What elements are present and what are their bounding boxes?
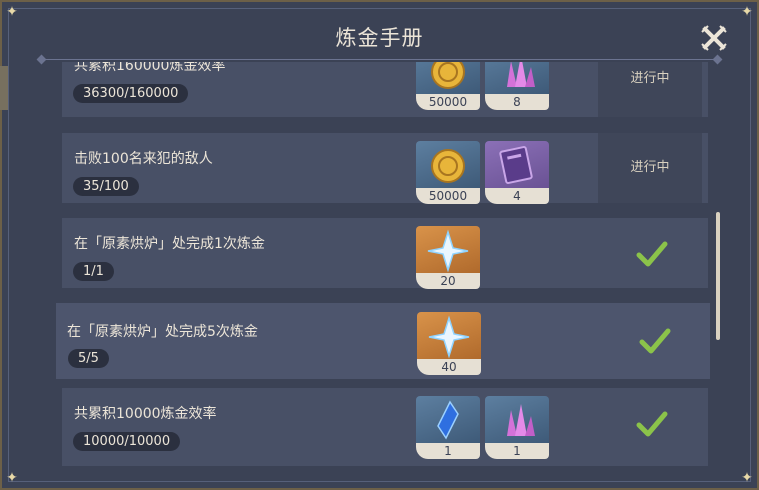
list-item[interactable]: 在「原素烘炉」处完成1次炼金 1/1 20 [62,218,708,289]
task-objective: 共累积160000炼金效率 [74,62,226,74]
corner-star-icon: ✦ [741,4,753,20]
hero-wit-book-icon [485,141,549,188]
corner-star-icon: ✦ [6,470,18,486]
task-objective: 击败100名来犯的敌人 [74,151,213,167]
crystal-chunk-icon [485,62,549,94]
reward-crystal[interactable]: 8 [485,62,549,110]
list-item[interactable]: 共累积160000炼金效率 36300/160000 50000 8 进行中 [62,62,708,117]
task-progress: 10000/10000 [73,432,181,451]
page-title: 炼金手册 [335,26,424,50]
reward-count: 50000 [416,188,480,204]
reward-count: 50000 [416,94,480,110]
task-progress: 35/100 [73,177,139,196]
mora-coin-icon [416,62,480,94]
task-objective: 共累积10000炼金效率 [74,406,217,422]
side-tab-handle[interactable] [0,66,8,110]
completed-check-icon [636,241,668,267]
reward-mora[interactable]: 50000 [416,62,480,110]
mora-coin-icon [416,141,480,188]
task-list[interactable]: 共累积160000炼金效率 36300/160000 50000 8 进行中 击… [56,62,716,466]
blue-crystal-icon [416,396,480,443]
task-progress: 5/5 [68,349,109,368]
corner-star-icon: ✦ [741,470,753,486]
crystal-chunk-icon [485,396,549,443]
status-in-progress: 进行中 [598,62,702,117]
title-divider [36,54,723,65]
list-item[interactable]: 共累积10000炼金效率 10000/10000 1 1 [62,388,708,466]
primogem-icon [417,312,481,359]
completed-check-icon [639,328,671,354]
task-objective: 在「原素烘炉」处完成1次炼金 [74,236,265,252]
reward-count: 40 [417,359,481,375]
reward-book[interactable]: 4 [485,141,549,204]
scrollbar-thumb[interactable] [716,212,720,340]
completed-check-icon [636,411,668,437]
task-progress: 1/1 [73,262,114,281]
close-icon [702,26,726,50]
reward-count: 20 [416,273,480,289]
corner-star-icon: ✦ [6,4,18,20]
reward-blue-crystal[interactable]: 1 [416,396,480,459]
reward-primogem[interactable]: 40 [417,312,481,375]
reward-count: 1 [416,443,480,459]
reward-crystal[interactable]: 1 [485,396,549,459]
primogem-icon [416,226,480,273]
reward-count: 1 [485,443,549,459]
reward-count: 4 [485,188,549,204]
list-item[interactable]: 击败100名来犯的敌人 35/100 50000 4 进行中 [62,133,708,204]
reward-primogem[interactable]: 20 [416,226,480,289]
reward-mora[interactable]: 50000 [416,141,480,204]
list-item[interactable]: 在「原素烘炉」处完成5次炼金 5/5 40 [56,303,710,379]
close-button[interactable] [700,24,728,52]
task-objective: 在「原素烘炉」处完成5次炼金 [67,324,258,340]
task-progress: 36300/160000 [73,84,189,103]
status-in-progress: 进行中 [598,133,702,203]
reward-count: 8 [485,94,549,110]
